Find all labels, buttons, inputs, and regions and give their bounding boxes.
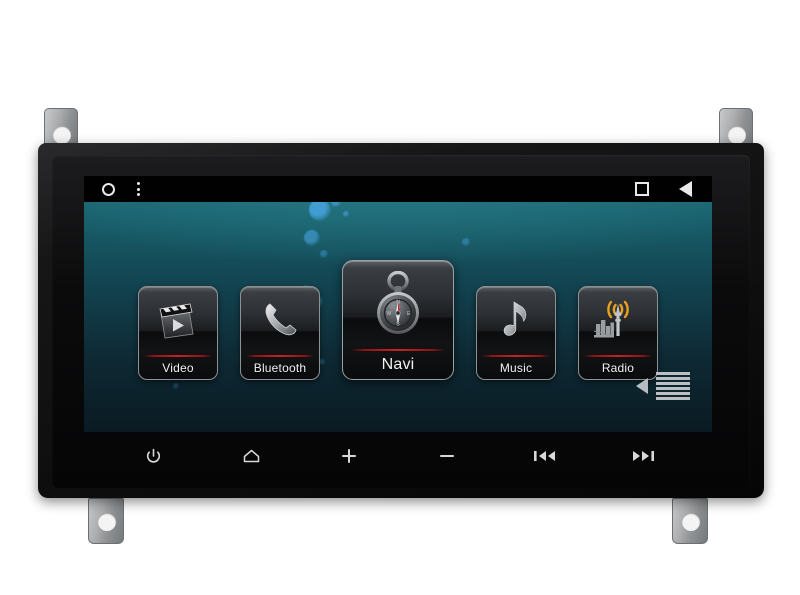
app-tile-music[interactable]: Music: [476, 286, 556, 380]
back-triangle-icon[interactable]: [679, 181, 692, 197]
app-tile-label: Bluetooth: [253, 361, 307, 375]
clapperboard-play-icon: [139, 287, 217, 355]
radio-tower-icon: [579, 287, 657, 355]
mounting-bracket-bottom-left: [88, 498, 124, 544]
bokeh-particle: [462, 238, 470, 246]
triangle-left-icon[interactable]: [636, 378, 648, 394]
app-drawer-handle[interactable]: [636, 372, 690, 400]
app-tile-label: Video: [162, 361, 194, 375]
volume-up-button[interactable]: [320, 443, 378, 469]
bokeh-particle: [343, 211, 349, 217]
bokeh-particle: [173, 383, 179, 389]
next-track-button[interactable]: [614, 443, 672, 469]
screw-hole: [53, 126, 71, 144]
screenshot-canvas: Video Bluetooth N S W E Navi Music Radio: [0, 0, 800, 595]
svg-text:W: W: [387, 311, 392, 317]
volume-down-button[interactable]: [418, 443, 476, 469]
hardware-button-bar: [84, 436, 712, 476]
screw-hole: [728, 126, 746, 144]
app-tile-row: Video Bluetooth N S W E Navi Music Radio: [84, 260, 712, 380]
overflow-menu-icon[interactable]: [137, 182, 140, 196]
android-status-bar: [84, 176, 712, 202]
app-tile-radio[interactable]: Radio: [578, 286, 658, 380]
recents-circle-icon[interactable]: [102, 182, 115, 196]
app-tile-bluetooth[interactable]: Bluetooth: [240, 286, 320, 380]
power-button[interactable]: [124, 443, 182, 469]
bokeh-particle: [304, 230, 320, 246]
app-tile-navi[interactable]: N S W E Navi: [342, 260, 454, 380]
touchscreen-display[interactable]: Video Bluetooth N S W E Navi Music Radio: [84, 176, 712, 432]
previous-track-button[interactable]: [516, 443, 574, 469]
music-note-icon: [477, 287, 555, 355]
bokeh-particle: [320, 250, 328, 258]
mounting-bracket-bottom-right: [672, 498, 708, 544]
bokeh-particle: [309, 199, 331, 221]
phone-handset-icon: [241, 287, 319, 355]
app-tile-video[interactable]: Video: [138, 286, 218, 380]
compass-icon: N S W E: [343, 261, 453, 349]
home-square-icon[interactable]: [635, 182, 649, 196]
screw-hole: [682, 513, 700, 531]
app-tile-label: Music: [499, 361, 533, 375]
screw-hole: [98, 513, 116, 531]
home-button[interactable]: [222, 443, 280, 469]
list-lines-icon[interactable]: [656, 372, 690, 400]
app-tile-label: Navi: [381, 356, 415, 373]
